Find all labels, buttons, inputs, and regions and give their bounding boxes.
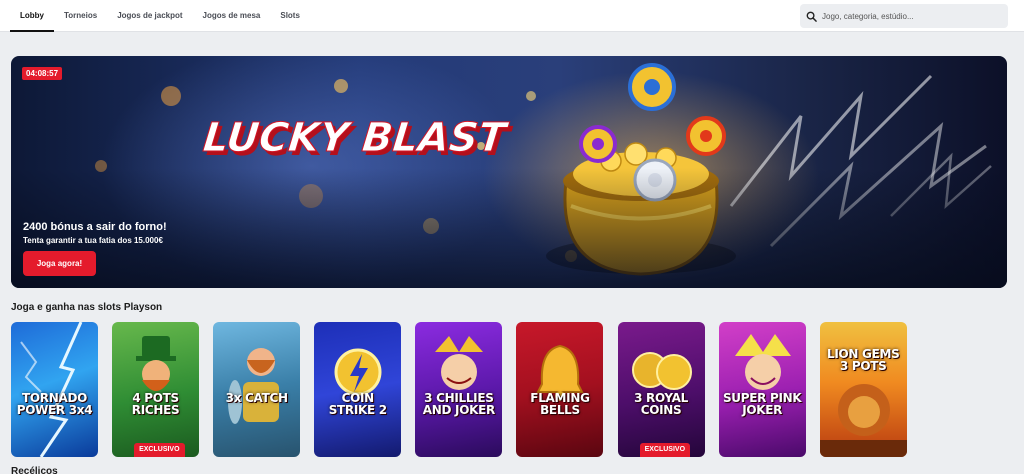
- search-box[interactable]: [800, 4, 1008, 28]
- tab-jogos-de-mesa[interactable]: Jogos de mesa: [193, 0, 271, 32]
- pink-joker-art: [734, 334, 791, 390]
- top-navigation-bar: Lobby Torneios Jogos de jackpot Jogos de…: [0, 0, 1024, 32]
- countdown-timer: 04:08:57: [22, 67, 63, 80]
- banner-subtitle: Tenta garantir a tua fatia dos 15.000€: [23, 236, 163, 245]
- game-title: 3x CATCH: [225, 391, 288, 405]
- game-card-3x-catch[interactable]: 3x CATCH: [213, 322, 301, 457]
- coin-art: [334, 348, 382, 396]
- game-card-flaming-bells[interactable]: FLAMING BELLS: [516, 322, 604, 457]
- search-input[interactable]: [822, 11, 1002, 21]
- game-card-super-pink-joker[interactable]: SUPER PINK JOKER: [718, 322, 806, 457]
- banner-title: 2400 bónus a sair do forno!: [23, 221, 167, 233]
- lightning-art: [20, 322, 83, 457]
- game-title: COIN STRIKE 2: [328, 391, 387, 417]
- search-icon[interactable]: [800, 4, 822, 28]
- tab-jogos-de-jackpot[interactable]: Jogos de jackpot: [107, 0, 192, 32]
- lucky-blast-logo: LUCKY BLAST: [201, 115, 510, 161]
- promo-banner[interactable]: LUCKY BLAST LUCKY BLAST 04:08:57 2400 bó…: [11, 56, 1007, 288]
- games-carousel: TORNADO POWER 3x4 4 POTS RICHES EXCLUSIV…: [11, 322, 921, 457]
- royal-coins-art: [631, 352, 692, 390]
- nav-tabs: Lobby Torneios Jogos de jackpot Jogos de…: [10, 0, 310, 32]
- lion-art: [819, 384, 907, 457]
- fisherman-art: [228, 348, 280, 424]
- game-card-3-royal-coins[interactable]: 3 ROYAL COINS EXCLUSIVO: [617, 322, 705, 457]
- game-title: LION GEMS 3 POTS: [827, 347, 900, 373]
- play-now-button[interactable]: Joga agora!: [23, 251, 96, 276]
- tab-lobby[interactable]: Lobby: [10, 0, 54, 32]
- game-card-4-pots-riches[interactable]: 4 POTS RICHES EXCLUSIVO: [112, 322, 200, 457]
- next-section-title: Recélicos: [11, 466, 58, 474]
- game-title: 3 ROYAL COINS: [634, 391, 689, 417]
- joker-art: [435, 336, 484, 390]
- game-card-tornado-power[interactable]: TORNADO POWER 3x4: [11, 322, 98, 457]
- game-title: 4 POTS RICHES: [131, 391, 180, 417]
- game-card-coin-strike-2[interactable]: COIN STRIKE 2: [314, 322, 402, 457]
- game-title: TORNADO POWER 3x4: [16, 391, 93, 417]
- exclusive-badge: EXCLUSIVO: [639, 443, 691, 457]
- tab-torneios[interactable]: Torneios: [54, 0, 107, 32]
- game-title: 3 CHILLIES AND JOKER: [422, 391, 495, 417]
- game-card-3-chillies-and-joker[interactable]: 3 CHILLIES AND JOKER: [415, 322, 503, 457]
- exclusive-badge: EXCLUSIVO: [134, 443, 185, 457]
- game-title: FLAMING BELLS: [530, 391, 590, 417]
- section-title: Joga e ganha nas slots Playson: [11, 302, 163, 313]
- leprechaun-art: [136, 336, 177, 391]
- game-card-lion-gems-3-pots[interactable]: LION GEMS 3 POTS: [819, 322, 907, 457]
- bell-art: [536, 344, 585, 401]
- tab-slots[interactable]: Slots: [270, 0, 310, 32]
- game-title: SUPER PINK JOKER: [722, 391, 802, 417]
